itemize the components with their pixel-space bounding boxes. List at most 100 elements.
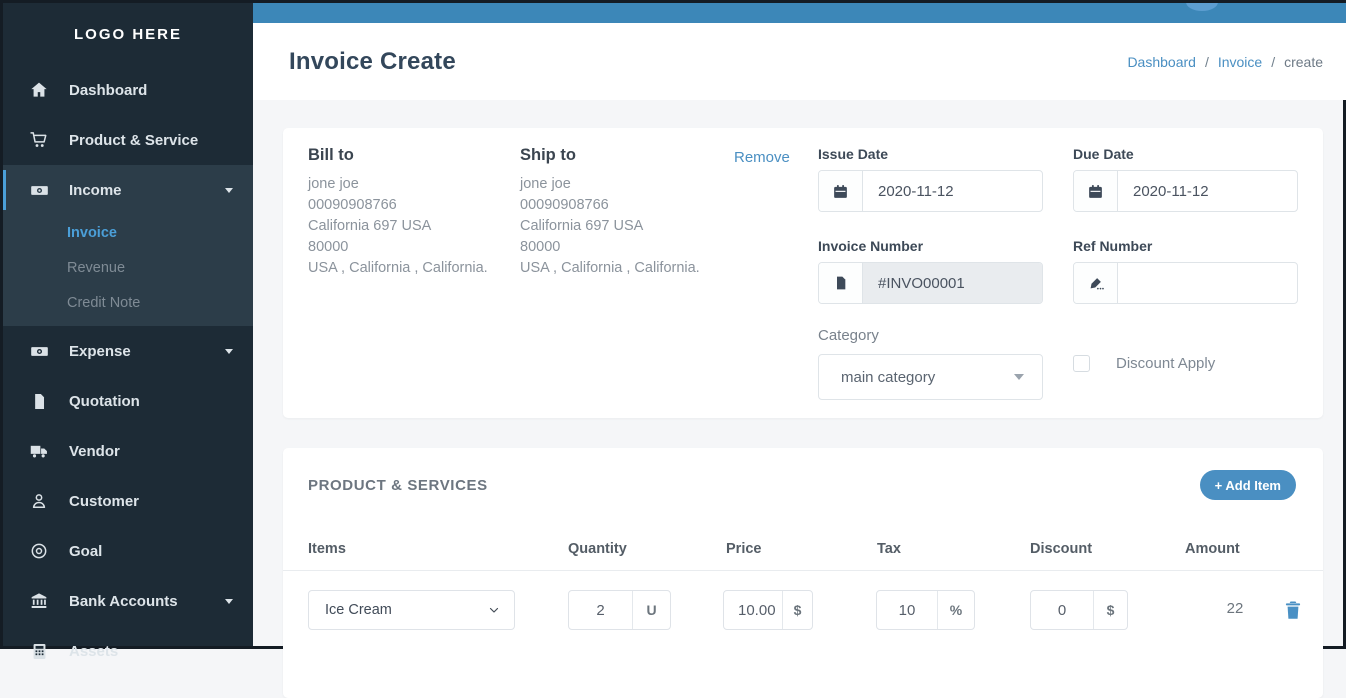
cart-icon (27, 128, 51, 152)
issue-date-field: Issue Date (818, 146, 1043, 212)
sidebar-item-product-service[interactable]: Product & Service (3, 115, 253, 165)
sidebar-item-label: Product & Service (69, 132, 233, 149)
quantity-unit: U (632, 591, 670, 629)
calculator-icon (27, 639, 51, 663)
calendar-icon (819, 171, 863, 211)
bill-to-heading: Bill to (308, 146, 513, 165)
ref-number-field: Ref Number (1073, 238, 1298, 304)
bank-icon (27, 589, 51, 613)
col-header-price: Price (726, 541, 761, 557)
banknote-icon (27, 178, 51, 202)
item-selected-value: Ice Cream (325, 602, 392, 618)
col-header-amount: Amount (1185, 541, 1240, 557)
breadcrumb-separator: / (1205, 54, 1209, 70)
discount-apply-label: Discount Apply (1116, 355, 1215, 372)
category-select[interactable]: main category (818, 354, 1043, 400)
sidebar-item-expense[interactable]: Expense (3, 326, 253, 376)
target-icon (27, 539, 51, 563)
sidebar-item-label: Vendor (69, 443, 233, 460)
breadcrumb-invoice[interactable]: Invoice (1218, 54, 1262, 70)
address-line: jone joe (308, 174, 513, 195)
col-header-items: Items (308, 541, 346, 557)
tax-unit-percent-icon: % (937, 591, 974, 629)
sidebar-item-revenue[interactable]: Revenue (3, 250, 253, 285)
sidebar-item-label: Goal (69, 543, 233, 560)
address-line: 00090908766 (520, 195, 725, 216)
sidebar-item-vendor[interactable]: Vendor (3, 426, 253, 476)
sidebar-item-label: Dashboard (69, 82, 233, 99)
address-line: USA , California , California. (520, 258, 725, 279)
chevron-down-icon (1014, 374, 1024, 380)
discount-apply-group: Discount Apply (1073, 355, 1215, 372)
signature-icon (1074, 263, 1118, 303)
submenu-item-label: Revenue (67, 260, 125, 276)
calendar-icon (1074, 171, 1118, 211)
address-line: USA , California , California. (308, 258, 513, 279)
chevron-down-icon (225, 599, 233, 604)
due-date-field: Due Date (1073, 146, 1298, 212)
breadcrumb: Dashboard / Invoice / create (1127, 54, 1323, 70)
products-card: PRODUCT & SERVICES + Add Item Items Quan… (283, 448, 1323, 698)
price-group: $ (723, 590, 813, 630)
chevron-down-icon (488, 604, 500, 616)
due-date-label: Due Date (1073, 146, 1298, 162)
sidebar-item-dashboard[interactable]: Dashboard (3, 65, 253, 115)
ref-number-label: Ref Number (1073, 238, 1298, 254)
logo: LOGO HERE (3, 3, 253, 65)
sidebar-item-label: Customer (69, 493, 233, 510)
tax-input[interactable] (877, 591, 937, 629)
discount-apply-checkbox[interactable] (1073, 355, 1090, 372)
truck-icon (27, 439, 51, 463)
sidebar-item-invoice[interactable]: Invoice (3, 215, 253, 250)
document-icon (819, 263, 863, 303)
address-line: California 697 USA (308, 216, 513, 237)
ship-to-block: Ship to jone joe 00090908766 California … (520, 146, 725, 279)
tax-group: % (876, 590, 975, 630)
trash-icon[interactable] (1283, 599, 1303, 621)
products-section-title: PRODUCT & SERVICES (308, 477, 488, 494)
ref-number-input[interactable] (1118, 263, 1297, 303)
item-select[interactable]: Ice Cream (308, 590, 515, 630)
address-line: jone joe (520, 174, 725, 195)
add-item-button[interactable]: + Add Item (1200, 470, 1296, 500)
sidebar-item-label: Quotation (69, 393, 233, 410)
active-accent-bar (3, 170, 6, 210)
sidebar-item-bank-accounts[interactable]: Bank Accounts (3, 576, 253, 626)
ship-to-heading: Ship to (520, 146, 725, 165)
category-selected-value: main category (841, 369, 935, 386)
category-field: Category main category (818, 327, 1043, 400)
price-input[interactable] (724, 591, 782, 629)
breadcrumb-dashboard[interactable]: Dashboard (1127, 54, 1196, 70)
invoice-details-card: Bill to jone joe 00090908766 California … (283, 128, 1323, 418)
submenu-item-label: Invoice (67, 225, 117, 241)
invoice-number-label: Invoice Number (818, 238, 1043, 254)
due-date-input[interactable] (1118, 171, 1297, 211)
col-header-tax: Tax (877, 541, 901, 557)
sidebar-item-label: Bank Accounts (69, 593, 217, 610)
sidebar-item-goal[interactable]: Goal (3, 526, 253, 576)
invoice-number-field: Invoice Number (818, 238, 1043, 304)
file-icon (27, 389, 51, 413)
income-group: Income Invoice Revenue Credit Note (3, 165, 253, 326)
sidebar-item-quotation[interactable]: Quotation (3, 376, 253, 426)
quantity-input[interactable] (569, 591, 632, 629)
page-title: Invoice Create (289, 48, 456, 76)
discount-input[interactable] (1031, 591, 1093, 629)
breadcrumb-separator: / (1271, 54, 1275, 70)
issue-date-input[interactable] (863, 171, 1042, 211)
topbar (253, 3, 1346, 23)
chevron-down-icon (225, 349, 233, 354)
sidebar-item-assets[interactable]: Assets (3, 626, 253, 676)
sidebar: LOGO HERE Dashboard Product & Service In… (3, 3, 253, 646)
sidebar-item-income[interactable]: Income (3, 165, 253, 215)
breadcrumb-current: create (1284, 54, 1323, 70)
banknote-icon (27, 339, 51, 363)
invoice-number-input[interactable] (863, 263, 1042, 303)
sidebar-item-customer[interactable]: Customer (3, 476, 253, 526)
col-header-quantity: Quantity (568, 541, 627, 557)
sidebar-item-credit-note[interactable]: Credit Note (3, 285, 253, 320)
submenu-item-label: Credit Note (67, 295, 140, 311)
remove-link[interactable]: Remove (734, 149, 790, 166)
sidebar-item-label: Expense (69, 343, 217, 360)
discount-group: $ (1030, 590, 1128, 630)
